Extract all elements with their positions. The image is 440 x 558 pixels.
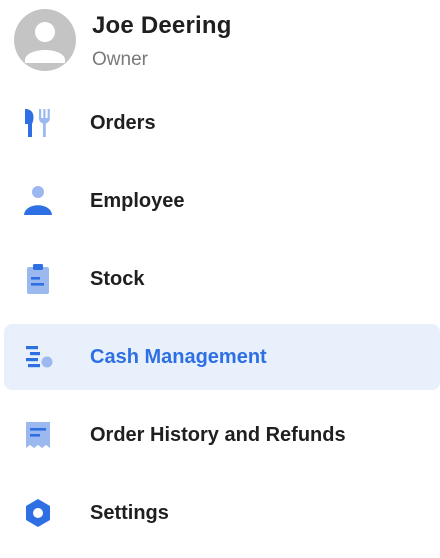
- nav-item-orders[interactable]: Orders: [4, 90, 440, 156]
- user-role: Owner: [92, 49, 148, 70]
- receipt-icon: [22, 419, 54, 451]
- nav-item-settings[interactable]: Settings: [4, 480, 440, 546]
- nav-item-cash-management[interactable]: Cash Management: [4, 324, 440, 390]
- clipboard-icon: [22, 263, 54, 295]
- nav-item-order-history[interactable]: Order History and Refunds: [4, 402, 440, 468]
- nav-label-orders: Orders: [90, 112, 156, 134]
- avatar-person-icon: [25, 22, 65, 63]
- user-profile: Joe Deering Owner: [14, 6, 414, 74]
- nav-label-stock: Stock: [90, 268, 145, 290]
- nav-label-employee: Employee: [90, 190, 185, 212]
- user-name: Joe Deering: [92, 12, 232, 39]
- nav-item-employee[interactable]: Employee: [4, 168, 440, 234]
- avatar: [14, 9, 76, 71]
- person-icon: [22, 185, 54, 217]
- nav-label-cash-management: Cash Management: [90, 346, 267, 368]
- nav-item-stock[interactable]: Stock: [4, 246, 440, 312]
- nav-label-order-history: Order History and Refunds: [90, 424, 346, 446]
- nav-label-settings: Settings: [90, 502, 169, 524]
- navigation-menu: Orders Employee Stock Cash Management Or…: [4, 90, 440, 558]
- gear-icon: [22, 497, 54, 529]
- cash-management-icon: [22, 341, 54, 373]
- cutlery-icon: [22, 107, 54, 139]
